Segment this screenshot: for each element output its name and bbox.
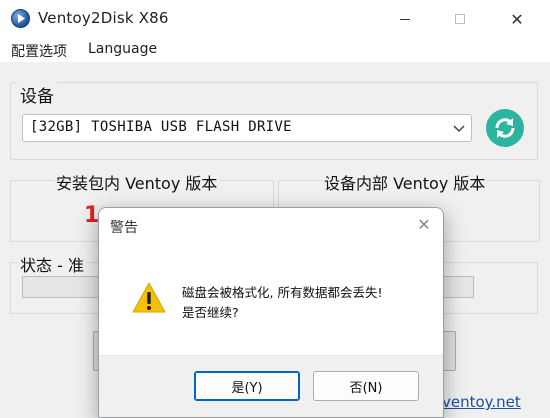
maximize-icon	[455, 14, 465, 24]
ventoy-app-icon	[11, 9, 30, 28]
dialog-title: 警告	[110, 220, 138, 236]
refresh-icon	[495, 118, 515, 138]
device-select-value: [32GB] TOSHIBA USB FLASH DRIVE	[30, 119, 292, 135]
device-group-label: 设备	[17, 82, 57, 107]
device-select[interactable]: [32GB] TOSHIBA USB FLASH DRIVE	[22, 114, 472, 142]
menu-item-language[interactable]: Language	[88, 41, 157, 57]
close-icon: ✕	[510, 9, 524, 29]
menu-bar: 配置选项 Language	[0, 38, 550, 62]
website-link[interactable]: ventoy.net	[442, 393, 521, 411]
refresh-button[interactable]	[486, 109, 524, 147]
dialog-close-icon[interactable]: ✕	[413, 213, 435, 235]
close-button[interactable]: ✕	[494, 0, 540, 38]
menu-item-config[interactable]: 配置选项	[11, 41, 67, 61]
device-version-title: 设备内部 Ventoy 版本	[322, 170, 488, 194]
warning-icon	[132, 282, 166, 313]
dialog-message-line2: 是否继续?	[182, 305, 239, 320]
package-version-title: 安装包内 Ventoy 版本	[54, 170, 220, 194]
window-title: Ventoy2Disk X86	[38, 9, 169, 27]
no-button[interactable]: 否(N)	[313, 371, 419, 401]
title-bar: Ventoy2Disk X86 ✕	[0, 0, 550, 38]
maximize-button[interactable]	[437, 0, 483, 38]
status-label: 状态 - 准	[17, 252, 87, 276]
yes-button[interactable]: 是(Y)	[194, 371, 300, 401]
warning-dialog: 警告 ✕ 磁盘会被格式化, 所有数据都会丢失! 是否继续? 是(Y) 否(N)	[98, 207, 444, 418]
minimize-button[interactable]	[382, 0, 428, 38]
chevron-down-icon[interactable]	[451, 120, 467, 136]
minimize-icon	[400, 18, 410, 20]
dialog-message-line1: 磁盘会被格式化, 所有数据都会丢失!	[182, 285, 383, 300]
